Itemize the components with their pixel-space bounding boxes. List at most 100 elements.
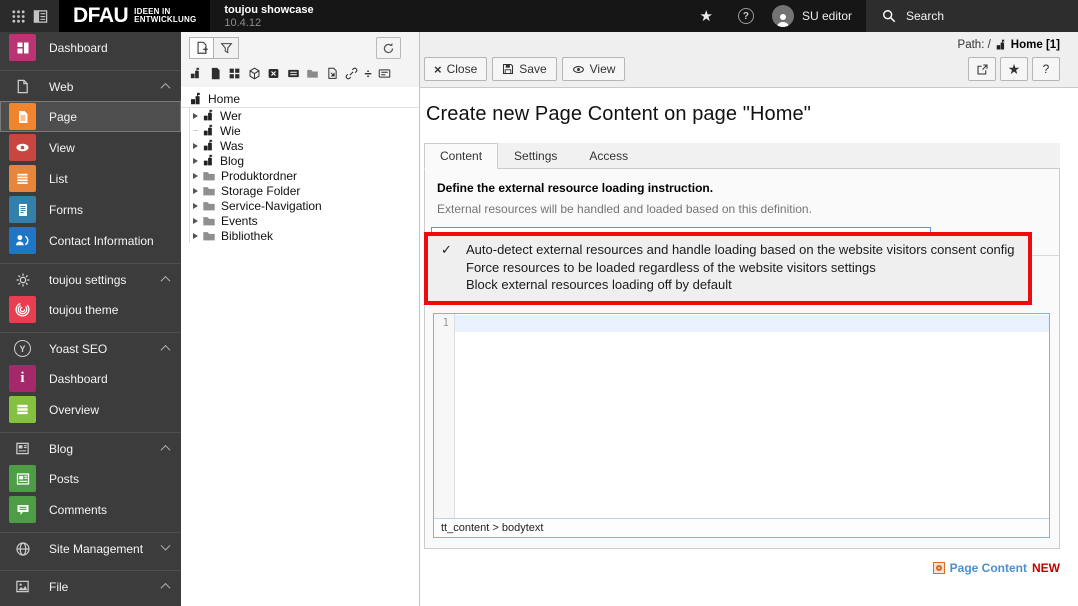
- help-button[interactable]: ?: [1032, 57, 1060, 81]
- expand-arrow-icon[interactable]: [193, 202, 198, 209]
- view-button[interactable]: View: [561, 57, 626, 81]
- refresh-icon[interactable]: [376, 37, 401, 59]
- sidebar-section-yoast-seo[interactable]: Y Yoast SEO: [0, 332, 181, 363]
- dropdown-option-auto-detect[interactable]: ✓ Auto-detect external resources and han…: [428, 241, 1028, 259]
- sidebar-item-overview[interactable]: Overview: [0, 394, 181, 425]
- drag-new-hidden-page-icon[interactable]: [267, 67, 280, 80]
- expand-arrow-icon[interactable]: [193, 172, 198, 179]
- page-icon: [202, 139, 215, 152]
- close-button[interactable]: × Close: [424, 57, 488, 81]
- save-button[interactable]: Save: [492, 57, 557, 81]
- sidebar-section-toujou-settings[interactable]: toujou settings: [0, 263, 181, 294]
- editor-status-bar: tt_content > bodytext: [434, 517, 1049, 537]
- folder-icon: [202, 214, 216, 228]
- brand-logo[interactable]: DFAU IDEEN IN ENTWICKLUNG: [59, 0, 211, 32]
- site-info: toujou showcase 10.4.12: [210, 0, 313, 32]
- line-number-gutter: 1: [434, 313, 455, 518]
- drag-new-sysfolder-icon[interactable]: [378, 67, 391, 80]
- tree-node-home[interactable]: Home: [181, 91, 419, 108]
- page-icon: [202, 109, 215, 122]
- chevron-up-icon: [160, 344, 171, 355]
- username: SU editor: [801, 9, 852, 23]
- drag-new-link-icon[interactable]: [345, 67, 358, 80]
- tree-node-was[interactable]: Was: [190, 138, 419, 153]
- sidebar-item-list[interactable]: List: [0, 163, 181, 194]
- tree-node-wer[interactable]: Wer: [190, 108, 419, 123]
- sidebar-section-web[interactable]: Web: [0, 70, 181, 101]
- tree-node-storage-folder[interactable]: Storage Folder: [190, 183, 419, 198]
- tab-settings[interactable]: Settings: [498, 143, 573, 168]
- expand-arrow-icon[interactable]: [193, 187, 198, 194]
- search-button[interactable]: Search: [866, 0, 1078, 32]
- drag-new-external-page-icon[interactable]: [326, 67, 339, 80]
- pagetree-panel: ÷ Home Wer Wie Was Blog Produktordner St…: [181, 32, 420, 606]
- tab-content[interactable]: Content: [424, 143, 499, 169]
- sidebar-item-yoast-dashboard[interactable]: i Dashboard: [0, 363, 181, 394]
- sidebar-item-forms[interactable]: Forms: [0, 194, 181, 225]
- drag-new-folder-icon[interactable]: [306, 67, 319, 80]
- expand-arrow-icon[interactable]: [193, 112, 198, 119]
- drag-new-layout-icon[interactable]: [228, 67, 241, 80]
- field-divider: [1031, 255, 1059, 256]
- drag-new-shortcut-icon[interactable]: [248, 67, 261, 80]
- tree-node-produktordner[interactable]: Produktordner: [190, 168, 419, 183]
- tree-node-events[interactable]: Events: [190, 213, 419, 228]
- site-version: 10.4.12: [224, 16, 262, 29]
- expand-arrow-icon[interactable]: [193, 157, 198, 164]
- chevron-up-icon: [160, 444, 171, 455]
- sidebar-item-toujou-theme[interactable]: toujou theme: [0, 294, 181, 325]
- bookmark-star-icon[interactable]: ★: [1000, 57, 1028, 81]
- help-icon[interactable]: ?: [737, 8, 754, 24]
- sidebar-item-page[interactable]: Page: [0, 101, 181, 132]
- drag-new-divider-icon[interactable]: ÷: [365, 67, 372, 80]
- field-description: External resources will be handled and l…: [437, 202, 812, 216]
- record-type-label: Page Content: [949, 560, 1027, 575]
- overview-icon: [9, 396, 36, 423]
- new-page-button[interactable]: [189, 37, 214, 59]
- field-label: Define the external resource loading ins…: [437, 181, 714, 195]
- tree-node-wie[interactable]: Wie: [190, 123, 419, 138]
- yoast-logo-icon: Y: [9, 340, 36, 357]
- tree-node-blog[interactable]: Blog: [190, 153, 419, 168]
- posts-icon: [9, 465, 36, 492]
- close-icon: ×: [434, 61, 442, 77]
- sidebar-section-blog[interactable]: Blog: [0, 432, 181, 463]
- expand-arrow-icon[interactable]: [193, 142, 198, 149]
- folder-icon: [202, 199, 216, 213]
- sidebar-item-contact-information[interactable]: Contact Information: [0, 225, 181, 256]
- expand-arrow-icon[interactable]: [193, 232, 198, 239]
- site-root-icon: [189, 92, 203, 106]
- site-title: toujou showcase: [224, 3, 314, 16]
- sidebar-item-dashboard[interactable]: Dashboard: [0, 32, 181, 63]
- sidebar-item-view[interactable]: View: [0, 132, 181, 163]
- page-icon: [202, 154, 215, 167]
- breadcrumb-page: Home [1]: [1010, 39, 1060, 51]
- search-label: Search: [906, 9, 945, 23]
- drag-new-mountpoint-icon[interactable]: [287, 67, 300, 80]
- drag-new-site-icon[interactable]: [189, 67, 202, 80]
- open-in-new-window-icon[interactable]: [968, 57, 996, 81]
- page-icon: [202, 124, 215, 137]
- sidebar-item-comments[interactable]: Comments: [0, 494, 181, 525]
- filter-button[interactable]: [214, 37, 239, 59]
- sidebar-item-posts[interactable]: Posts: [0, 463, 181, 494]
- sidebar-section-site-management[interactable]: Site Management: [0, 532, 181, 563]
- fingerprint-icon: [9, 296, 36, 323]
- dropdown-option-force[interactable]: Force resources to be loaded regardless …: [428, 259, 1028, 277]
- sidebar-section-file[interactable]: File: [0, 570, 181, 601]
- module-menu-toggle-icon[interactable]: [11, 9, 26, 24]
- dropdown-option-block[interactable]: Block external resources loading off by …: [428, 276, 1028, 294]
- code-input-area[interactable]: [455, 314, 1049, 518]
- tree-node-bibliothek[interactable]: Bibliothek: [190, 228, 419, 243]
- chevron-up-icon: [160, 82, 171, 93]
- bookmark-star-icon[interactable]: ★: [687, 7, 726, 25]
- user-menu[interactable]: SU editor: [766, 5, 866, 27]
- pagetree-toggle-icon[interactable]: [33, 9, 48, 24]
- comments-icon: [9, 496, 36, 523]
- tab-access[interactable]: Access: [573, 143, 644, 168]
- expand-arrow-icon[interactable]: [193, 217, 198, 224]
- drag-new-page-icon[interactable]: [209, 67, 222, 80]
- breadcrumb: Path: / Home [1]: [957, 39, 1060, 51]
- typo3-backend: DFAU IDEEN IN ENTWICKLUNG toujou showcas…: [0, 0, 1078, 606]
- tree-node-service-navigation[interactable]: Service-Navigation: [190, 198, 419, 213]
